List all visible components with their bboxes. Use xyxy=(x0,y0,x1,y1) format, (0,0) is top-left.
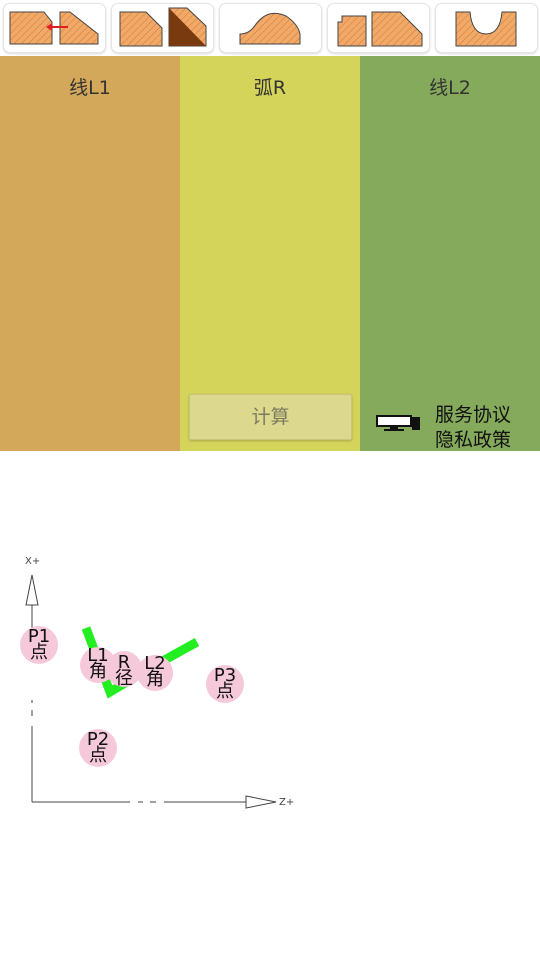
point-p1-label: P1 点 xyxy=(27,626,51,663)
point-p2-label: P2 点 xyxy=(86,729,110,766)
point-p3-label: P3 点 xyxy=(213,665,237,702)
line-l1-panel[interactable]: 线L1 xyxy=(0,56,180,451)
step-chamfer-icon xyxy=(337,11,423,47)
service-agreement-link[interactable]: 服务协议 xyxy=(435,400,511,427)
calculate-button[interactable]: 计算 xyxy=(189,394,352,440)
computer-icon[interactable] xyxy=(376,414,422,434)
profile-arc-convex-button[interactable] xyxy=(219,3,322,53)
z-axis-label: Z+ xyxy=(279,797,295,808)
arc-r-panel[interactable]: 弧R 计算 xyxy=(180,56,360,451)
arc-r-title: 弧R xyxy=(253,77,287,99)
profile-step-chamfer-button[interactable] xyxy=(327,3,430,53)
x-axis-arrow xyxy=(25,574,39,606)
profile-arc-concave-button[interactable] xyxy=(435,3,538,53)
line-l2-panel[interactable]: 线L2 服务协议 隐私政策 xyxy=(360,56,540,451)
chamfer-arrow-icon xyxy=(9,11,99,45)
x-axis-label: X+ xyxy=(25,556,41,567)
line-l2-title: 线L2 xyxy=(429,77,471,99)
profile-toolbar xyxy=(0,0,540,56)
profile-chamfer-arrow-button[interactable] xyxy=(3,3,106,53)
line-l1-title: 线L1 xyxy=(69,77,111,99)
arc-convex-icon xyxy=(239,12,301,45)
privacy-policy-link[interactable]: 隐私政策 xyxy=(435,425,511,452)
chamfer-dark-icon xyxy=(119,7,207,47)
arc-concave-icon xyxy=(455,11,517,47)
profile-chamfer-dark-button[interactable] xyxy=(111,3,214,53)
z-axis-arrow xyxy=(245,795,277,809)
angle-l2-label: L2 角 xyxy=(144,653,166,690)
